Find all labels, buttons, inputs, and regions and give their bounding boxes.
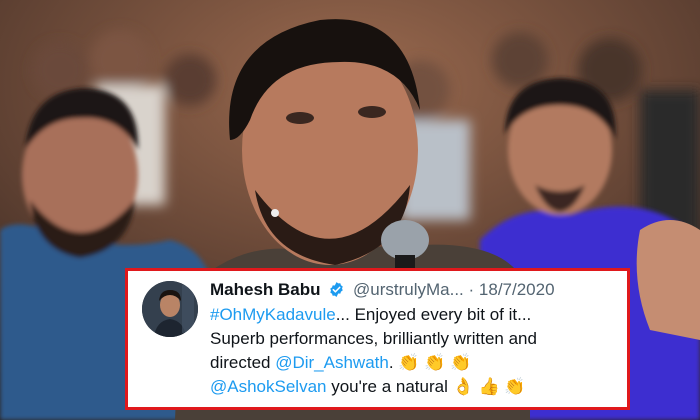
separator: · (468, 280, 475, 299)
handle[interactable]: @urstrulyMa... (353, 280, 464, 299)
tweet-line-1-text: ... Enjoyed every bit of it... (335, 305, 532, 324)
tweet-line-1: #OhMyKadavule... Enjoyed every bit of it… (210, 303, 620, 327)
mention-dir-ashwath[interactable]: @Dir_Ashwath (275, 353, 389, 372)
tweet-line-3-text: directed (210, 353, 276, 372)
reaction-emoji-icon: 👌 👍 👏 (452, 377, 526, 396)
tweet-date[interactable]: 18/7/2020 (479, 280, 555, 299)
tweet-line-3: directed @Dir_Ashwath. 👏 👏 👏 (210, 351, 620, 375)
verified-badge-icon (330, 282, 343, 297)
tweet-card: Mahesh Babu @urstrulyMa... · 18/7/2020 #… (125, 268, 630, 410)
mention-ashokselvan[interactable]: @AshokSelvan (210, 377, 327, 396)
tweet-header: Mahesh Babu @urstrulyMa... · 18/7/2020 (210, 279, 555, 301)
display-name[interactable]: Mahesh Babu (210, 280, 321, 299)
hashtag-link[interactable]: #OhMyKadavule (210, 305, 336, 324)
tweet-line-4-text: you're a natural (326, 377, 453, 396)
avatar[interactable] (142, 281, 198, 337)
avatar-photo (142, 281, 198, 337)
tweet-line-2: Superb performances, brilliantly written… (210, 329, 537, 348)
tweet-line-3-period: . (388, 353, 394, 372)
tweet-line-4: @AshokSelvan you're a natural 👌 👍 👏 (210, 375, 620, 399)
clap-emoji-icon: 👏 👏 👏 (398, 353, 472, 372)
tweet-text: #OhMyKadavule... Enjoyed every bit of it… (210, 303, 620, 399)
